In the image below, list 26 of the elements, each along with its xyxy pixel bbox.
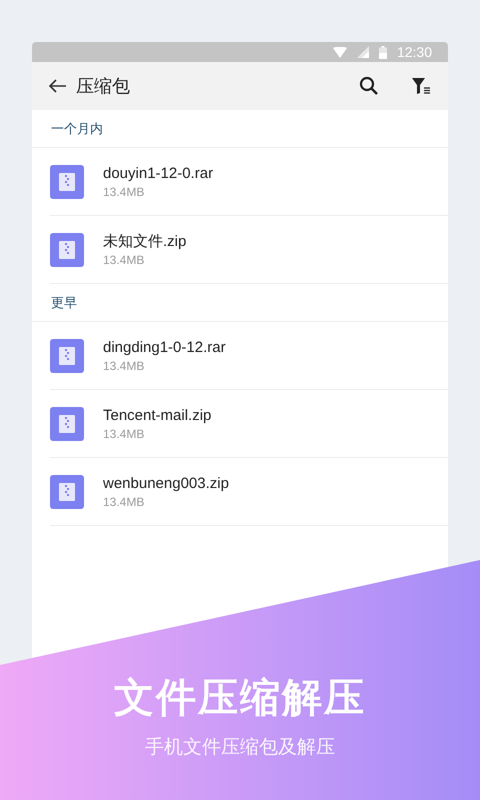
banner-subtitle: 手机文件压缩包及解压 xyxy=(145,736,335,760)
file-name: douyin1-12-0.rar xyxy=(103,164,214,184)
search-button[interactable] xyxy=(358,75,380,97)
file-size: 13.4MB xyxy=(103,358,146,374)
file-name: 未知文件.zip xyxy=(103,232,186,252)
file-size: 13.4MB xyxy=(103,426,146,442)
file-size: 13.4MB xyxy=(103,184,146,200)
archive-icon xyxy=(50,232,84,266)
section-header: 更早 xyxy=(51,294,77,312)
file-name: Tencent-mail.zip xyxy=(103,406,212,426)
file-name: dingding1-0-12.rar xyxy=(103,338,226,358)
file-size: 13.4MB xyxy=(103,252,146,268)
clock-time: 12:30 xyxy=(396,42,432,62)
signal-icon xyxy=(356,46,369,58)
archive-icon xyxy=(50,406,84,440)
archive-icon xyxy=(50,474,84,508)
banner-title: 文件压缩解压 xyxy=(114,675,366,722)
wifi-icon xyxy=(332,46,347,58)
screen-title: 压缩包 xyxy=(76,74,130,98)
file-size: 13.4MB xyxy=(103,494,146,510)
file-name: wenbuneng003.zip xyxy=(103,474,229,494)
battery-icon xyxy=(378,46,387,58)
section-header: 一个月内 xyxy=(51,120,103,138)
archive-icon xyxy=(50,338,84,372)
filter-button[interactable] xyxy=(410,75,432,97)
archive-icon xyxy=(50,164,84,198)
